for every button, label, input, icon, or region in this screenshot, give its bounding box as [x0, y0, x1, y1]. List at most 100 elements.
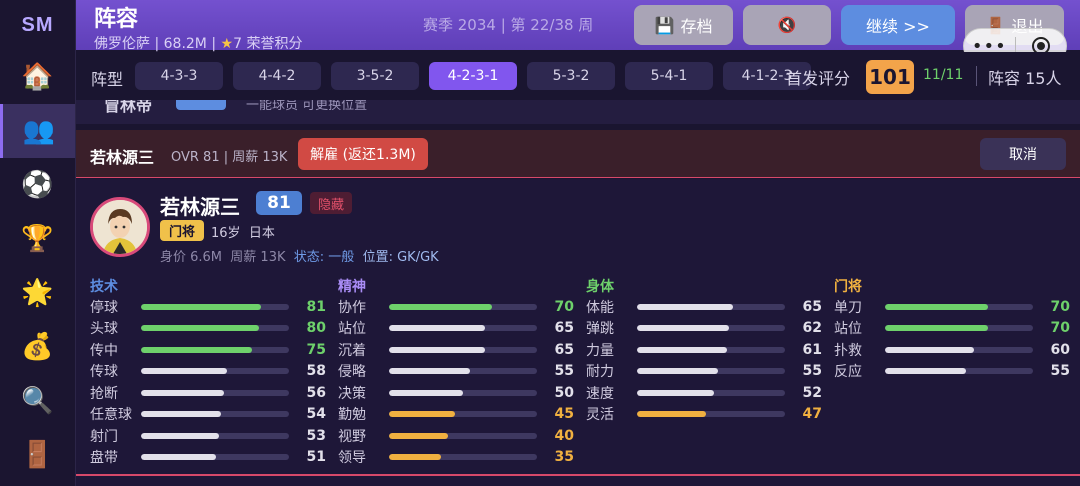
- attribute-bar-fill: [637, 368, 719, 375]
- formation-label: 阵型: [91, 70, 124, 89]
- attribute-bar: [637, 389, 785, 396]
- attribute-row: 决策 50: [338, 382, 574, 404]
- fire-button[interactable]: 解雇 (返还1.3M): [298, 138, 428, 170]
- continue-button[interactable]: 继续 >>: [841, 5, 955, 45]
- attribute-bar: [141, 346, 289, 353]
- attribute-label: 盘带: [90, 450, 118, 467]
- formation-option-4-2-3-1[interactable]: 4-2-3-1: [429, 62, 517, 90]
- mute-button[interactable]: 🔇: [743, 5, 831, 45]
- attribute-value: 54: [306, 406, 326, 423]
- star-icon: ★: [220, 36, 234, 52]
- formation-option-5-3-2[interactable]: 5-3-2: [527, 62, 615, 90]
- attribute-row: 扑救 60: [834, 339, 1070, 361]
- sidebar-item-people[interactable]: 👥: [0, 104, 75, 158]
- attribute-value: 75: [306, 341, 326, 358]
- honor-label: 荣誉积分: [246, 36, 303, 52]
- club-info: 佛罗伦萨 | 68.2M | ★7 荣誉积分: [94, 36, 303, 52]
- attribute-row: 协作 70: [338, 296, 574, 318]
- sidebar-item-sparkle[interactable]: 🌟: [0, 266, 75, 320]
- lineup-score-label: 首发评分: [786, 69, 851, 88]
- player-name: 若林源三: [160, 195, 240, 219]
- attribute-bar: [141, 389, 289, 396]
- attribute-value: 56: [306, 384, 326, 401]
- formation-option-4-4-2[interactable]: 4-4-2: [233, 62, 321, 90]
- attribute-label: 头球: [90, 321, 118, 338]
- attribute-row: 站位 65: [338, 318, 574, 340]
- attribute-label: 视野: [338, 428, 366, 445]
- formation-option-5-4-1[interactable]: 5-4-1: [625, 62, 713, 90]
- attribute-row: 任意球 54: [90, 404, 326, 426]
- people-icon: 👥: [22, 116, 56, 146]
- attribute-value: 65: [554, 341, 574, 358]
- attribute-bar: [141, 411, 289, 418]
- club-name: 佛罗伦萨: [94, 36, 150, 52]
- attribute-bar: [885, 368, 1033, 375]
- attribute-label: 弹跳: [586, 321, 614, 338]
- attribute-row: 抢断 56: [90, 382, 326, 404]
- release-player-name: 若林源三: [90, 148, 155, 167]
- honor-points: 7: [233, 36, 242, 52]
- attribute-label: 反应: [834, 364, 862, 381]
- top-header: 阵容 佛罗伦萨 | 68.2M | ★7 荣誉积分 赛季 2034 | 第 22…: [76, 0, 1080, 64]
- attribute-group: 门将 单刀 70 站位 70 扑救 60 反应 55: [834, 276, 1070, 382]
- sidebar: SM 🏠 👥 ⚽ 🏆 🌟 💰 🔍 🚪: [0, 0, 76, 486]
- sidebar-item-trophy[interactable]: 🏆: [0, 212, 75, 266]
- attribute-value: 55: [802, 363, 822, 380]
- formation-option-3-5-2[interactable]: 3-5-2: [331, 62, 419, 90]
- partial-row-text: 一能球员 可更换位置: [246, 100, 368, 113]
- age-nation: 16岁 日本: [211, 222, 275, 241]
- attribute-value: 55: [1050, 363, 1070, 380]
- player-wage: 周薪 13K: [230, 250, 286, 265]
- attribute-bar: [389, 303, 537, 310]
- attribute-value: 55: [554, 363, 574, 380]
- attribute-label: 传球: [90, 364, 118, 381]
- club-budget: 68.2M: [163, 36, 207, 52]
- sidebar-item-money-bag[interactable]: 💰: [0, 320, 75, 374]
- attribute-bar: [637, 303, 785, 310]
- ovr-badge: 81: [256, 191, 302, 215]
- attribute-label: 任意球: [90, 407, 132, 424]
- attribute-row: 勤勉 45: [338, 404, 574, 426]
- player-nation: 日本: [248, 226, 275, 241]
- attribute-bar-fill: [389, 303, 493, 310]
- attribute-bar: [389, 389, 537, 396]
- sidebar-item-soccer-ball[interactable]: ⚽: [0, 158, 75, 212]
- attribute-bar: [885, 346, 1033, 353]
- attribute-bar: [141, 432, 289, 439]
- attribute-value: 58: [306, 363, 326, 380]
- attribute-bar-fill: [141, 389, 224, 396]
- attribute-label: 传中: [90, 342, 118, 359]
- cancel-button[interactable]: 取消: [980, 138, 1066, 170]
- attribute-row: 视野 40: [338, 425, 574, 447]
- partial-row-tag: [176, 100, 226, 110]
- attribute-bar-fill: [637, 325, 729, 332]
- attribute-row: 头球 80: [90, 318, 326, 340]
- money-bag-icon: 💰: [21, 332, 54, 362]
- sidebar-item-door[interactable]: 🚪: [0, 428, 75, 482]
- attribute-label: 力量: [586, 342, 614, 359]
- hidden-badge: 隐藏: [310, 192, 352, 214]
- player-avatar: [90, 197, 150, 257]
- player-detail-panel: 若林源三 81 隐藏 门将 16岁 日本 身价 6.6M 周薪 13K 状态: …: [76, 179, 1080, 486]
- attribute-bar-fill: [389, 454, 441, 461]
- attribute-bar-fill: [389, 368, 471, 375]
- attribute-bar-fill: [141, 432, 220, 439]
- attribute-label: 灵活: [586, 407, 614, 424]
- attribute-value: 70: [554, 298, 574, 315]
- sidebar-item-house[interactable]: 🏠: [0, 50, 75, 104]
- attribute-bar-fill: [885, 346, 974, 353]
- attribute-value: 81: [306, 298, 326, 315]
- attribute-row: 速度 52: [586, 382, 822, 404]
- attribute-bar: [141, 325, 289, 332]
- save-button[interactable]: 💾 存档: [634, 5, 733, 45]
- attribute-row: 射门 53: [90, 425, 326, 447]
- house-icon: 🏠: [21, 62, 54, 92]
- attribute-bar: [389, 368, 537, 375]
- player-list-row-partial[interactable]: 冒林帝 一能球员 可更换位置: [76, 100, 1080, 124]
- attribute-row: 体能 65: [586, 296, 822, 318]
- attribute-bar-fill: [389, 411, 456, 418]
- attribute-bar-fill: [141, 303, 261, 310]
- sidebar-item-magnifier[interactable]: 🔍: [0, 374, 75, 428]
- attribute-value: 65: [802, 298, 822, 315]
- formation-option-4-3-3[interactable]: 4-3-3: [135, 62, 223, 90]
